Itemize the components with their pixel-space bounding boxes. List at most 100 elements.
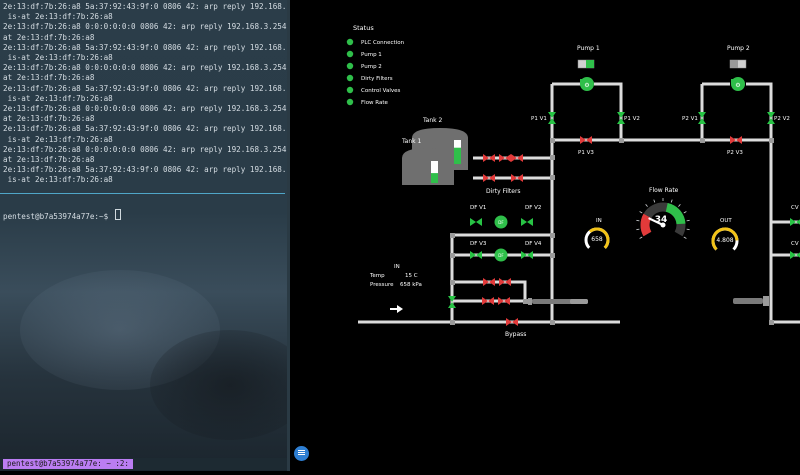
p2v1-label: P2 V1: [682, 116, 698, 122]
terminal-prompt-row[interactable]: pentest@b7a53974a77e:~$: [0, 204, 121, 223]
status-item-label: Flow Rate: [361, 100, 389, 106]
in-gauge: IN 658: [584, 218, 610, 249]
terminal-log-line: 2e:13:df:7b:26:a8 0:0:0:0:0:0 0806 42: a…: [3, 144, 287, 154]
terminal-separator: [0, 193, 285, 194]
status-title: Status: [353, 24, 374, 32]
terminal-log-line: at 2e:13:df:7b:26:a8: [3, 73, 95, 83]
terminal-log-line: 2e:13:df:7b:26:a8 0:0:0:0:0:0 0806 42: a…: [3, 63, 287, 73]
pump-1-label: Pump 1: [577, 45, 600, 52]
flow-tick: [686, 228, 690, 231]
terminal-log-line: 2e:13:df:7b:26:a8 5a:37:92:43:9f:0 0806 …: [3, 2, 287, 11]
pump-2-label: Pump 2: [727, 45, 750, 52]
terminal-window[interactable]: 2e:13:df:7b:26:a8 5a:37:92:43:9f:0 0806 …: [0, 0, 287, 471]
valve-cv-bottom[interactable]: [790, 251, 800, 259]
dfv4-label: DF V4: [525, 241, 542, 247]
inlet-arrow-icon: [390, 305, 403, 313]
actuator-left: [528, 298, 588, 305]
status-indicator-dot: [346, 38, 354, 46]
flow-tick: [670, 199, 673, 203]
flow-tick: [636, 219, 640, 222]
dirty-filter-2[interactable]: DF: [494, 248, 508, 262]
tank-1-label: Tank 1: [401, 138, 422, 145]
terminal-log-line: is-at 2e:13:df:7b:26:a8: [3, 134, 113, 144]
p1v1-label: P1 V1: [531, 116, 547, 122]
status-item-label: PLC Connection: [361, 40, 405, 46]
tank-2-label: Tank 2: [422, 117, 443, 124]
tank2-outlet-valve-c[interactable]: [511, 154, 523, 162]
terminal-log-line: 2e:13:df:7b:26:a8 5a:37:92:43:9f:0 0806 …: [3, 165, 287, 175]
terminal-log-line: is-at 2e:13:df:7b:26:a8: [3, 53, 113, 63]
svg-text:⚙: ⚙: [735, 82, 740, 89]
terminal-log-line: 2e:13:df:7b:26:a8 0:0:0:0:0:0 0806 42: a…: [3, 22, 287, 32]
status-indicator-dot: [346, 50, 354, 58]
pressure-value: 658 kPa: [400, 282, 422, 288]
flow-tick: [686, 219, 690, 222]
valve-dfv3[interactable]: [470, 251, 482, 259]
terminal-output: 2e:13:df:7b:26:a8 5a:37:92:43:9f:0 0806 …: [0, 0, 287, 184]
terminal-log-line: 2e:13:df:7b:26:a8 0:0:0:0:0:0 0806 42: a…: [3, 104, 287, 114]
status-item-label: Pump 1: [361, 52, 382, 58]
valve-p1v1[interactable]: [548, 112, 556, 124]
terminal-log-line: at 2e:13:df:7b:26:a8: [3, 114, 95, 124]
svg-text:⚙: ⚙: [584, 82, 589, 89]
dirty-filter-1-label: DF: [498, 220, 504, 225]
flow-tick: [639, 236, 643, 239]
p1v2-label: P1 V2: [624, 116, 640, 122]
status-indicator-dot: [346, 74, 354, 82]
tank1-outlet-valve-b[interactable]: [511, 174, 523, 182]
statusbar-session-chip[interactable]: pentest@b7a53974a77e: ~ :2:: [3, 459, 133, 469]
menu-fab-button[interactable]: [294, 446, 309, 461]
terminal-prompt: pentest@b7a53974a77e:~$: [3, 212, 113, 221]
cv-label-top: CV: [791, 205, 799, 211]
terminal-log-line: is-at 2e:13:df:7b:26:a8: [3, 175, 113, 185]
temp-value: 15 C: [405, 273, 418, 279]
junctions: [450, 138, 774, 325]
terminal-log-line: is-at 2e:13:df:7b:26:a8: [3, 12, 113, 22]
pressure-label: Pressure: [370, 282, 394, 288]
tank2-outlet-valve-a[interactable]: [483, 154, 495, 162]
flow-tick: [653, 199, 656, 203]
dirty-filter-1[interactable]: DF: [494, 215, 508, 229]
tank2-outlet-valve-b[interactable]: [499, 154, 511, 162]
valve-p1v3[interactable]: [580, 136, 592, 144]
valve-dfv1[interactable]: [470, 218, 482, 226]
scada-diagram: Status PLC Connection Pump 1 Pump 2 Dirty F…: [346, 24, 800, 338]
inlet-readout: IN Temp 15 C Pressure 658 kPa: [369, 264, 422, 313]
scada-hmi-panel: Status PLC Connection Pump 1 Pump 2 Dirty F…: [290, 0, 800, 471]
dirty-filters-label: Dirty Filters: [486, 188, 521, 195]
in-gauge-label: IN: [596, 218, 602, 224]
inlet-label: IN: [394, 264, 400, 270]
terminal-log-line: 2e:13:df:7b:26:a8 5a:37:92:43:9f:0 0806 …: [3, 83, 287, 93]
terminal-log-line: at 2e:13:df:7b:26:a8: [3, 32, 95, 42]
valve-p2v3[interactable]: [730, 136, 742, 144]
temp-label: Temp: [369, 273, 385, 279]
flow-tick: [683, 211, 687, 214]
dfv1-label: DF V1: [470, 205, 486, 211]
dirty-filter-2-label: DF: [498, 253, 504, 258]
valve-bypass[interactable]: [506, 318, 518, 326]
p2v3-label: P2 V3: [727, 150, 743, 156]
valve-bypass-upper-b[interactable]: [499, 278, 511, 286]
valve-bypass-mid-a[interactable]: [482, 297, 494, 305]
flow-rate-value: 34: [655, 215, 668, 225]
valve-dfv4[interactable]: [521, 251, 533, 259]
status-indicator-dot: [346, 62, 354, 70]
terminal-log-line: 2e:13:df:7b:26:a8 5a:37:92:43:9f:0 0806 …: [3, 124, 287, 134]
valve-p2v1[interactable]: [698, 112, 706, 124]
dfv3-label: DF V3: [470, 241, 487, 247]
status-item-label: Pump 2: [361, 64, 382, 70]
terminal-log-line: at 2e:13:df:7b:26:a8: [3, 155, 95, 165]
flow-tick: [678, 204, 681, 207]
status-item-label: Control Valves: [361, 88, 401, 94]
valve-bypass-upper-a[interactable]: [483, 278, 495, 286]
dfv2-label: DF V2: [525, 205, 541, 211]
flow-tick: [683, 236, 687, 239]
valve-bypass-mid-b[interactable]: [498, 297, 510, 305]
terminal-statusbar: pentest@b7a53974a77e: ~ :2:: [0, 458, 287, 470]
flow-tick: [636, 228, 640, 231]
valve-cv-top[interactable]: [790, 218, 800, 226]
valve-dfv2[interactable]: [521, 218, 533, 226]
terminal-log-line: is-at 2e:13:df:7b:26:a8: [3, 93, 113, 103]
flow-tick: [639, 211, 643, 214]
tank1-outlet-valve-a[interactable]: [483, 174, 495, 182]
